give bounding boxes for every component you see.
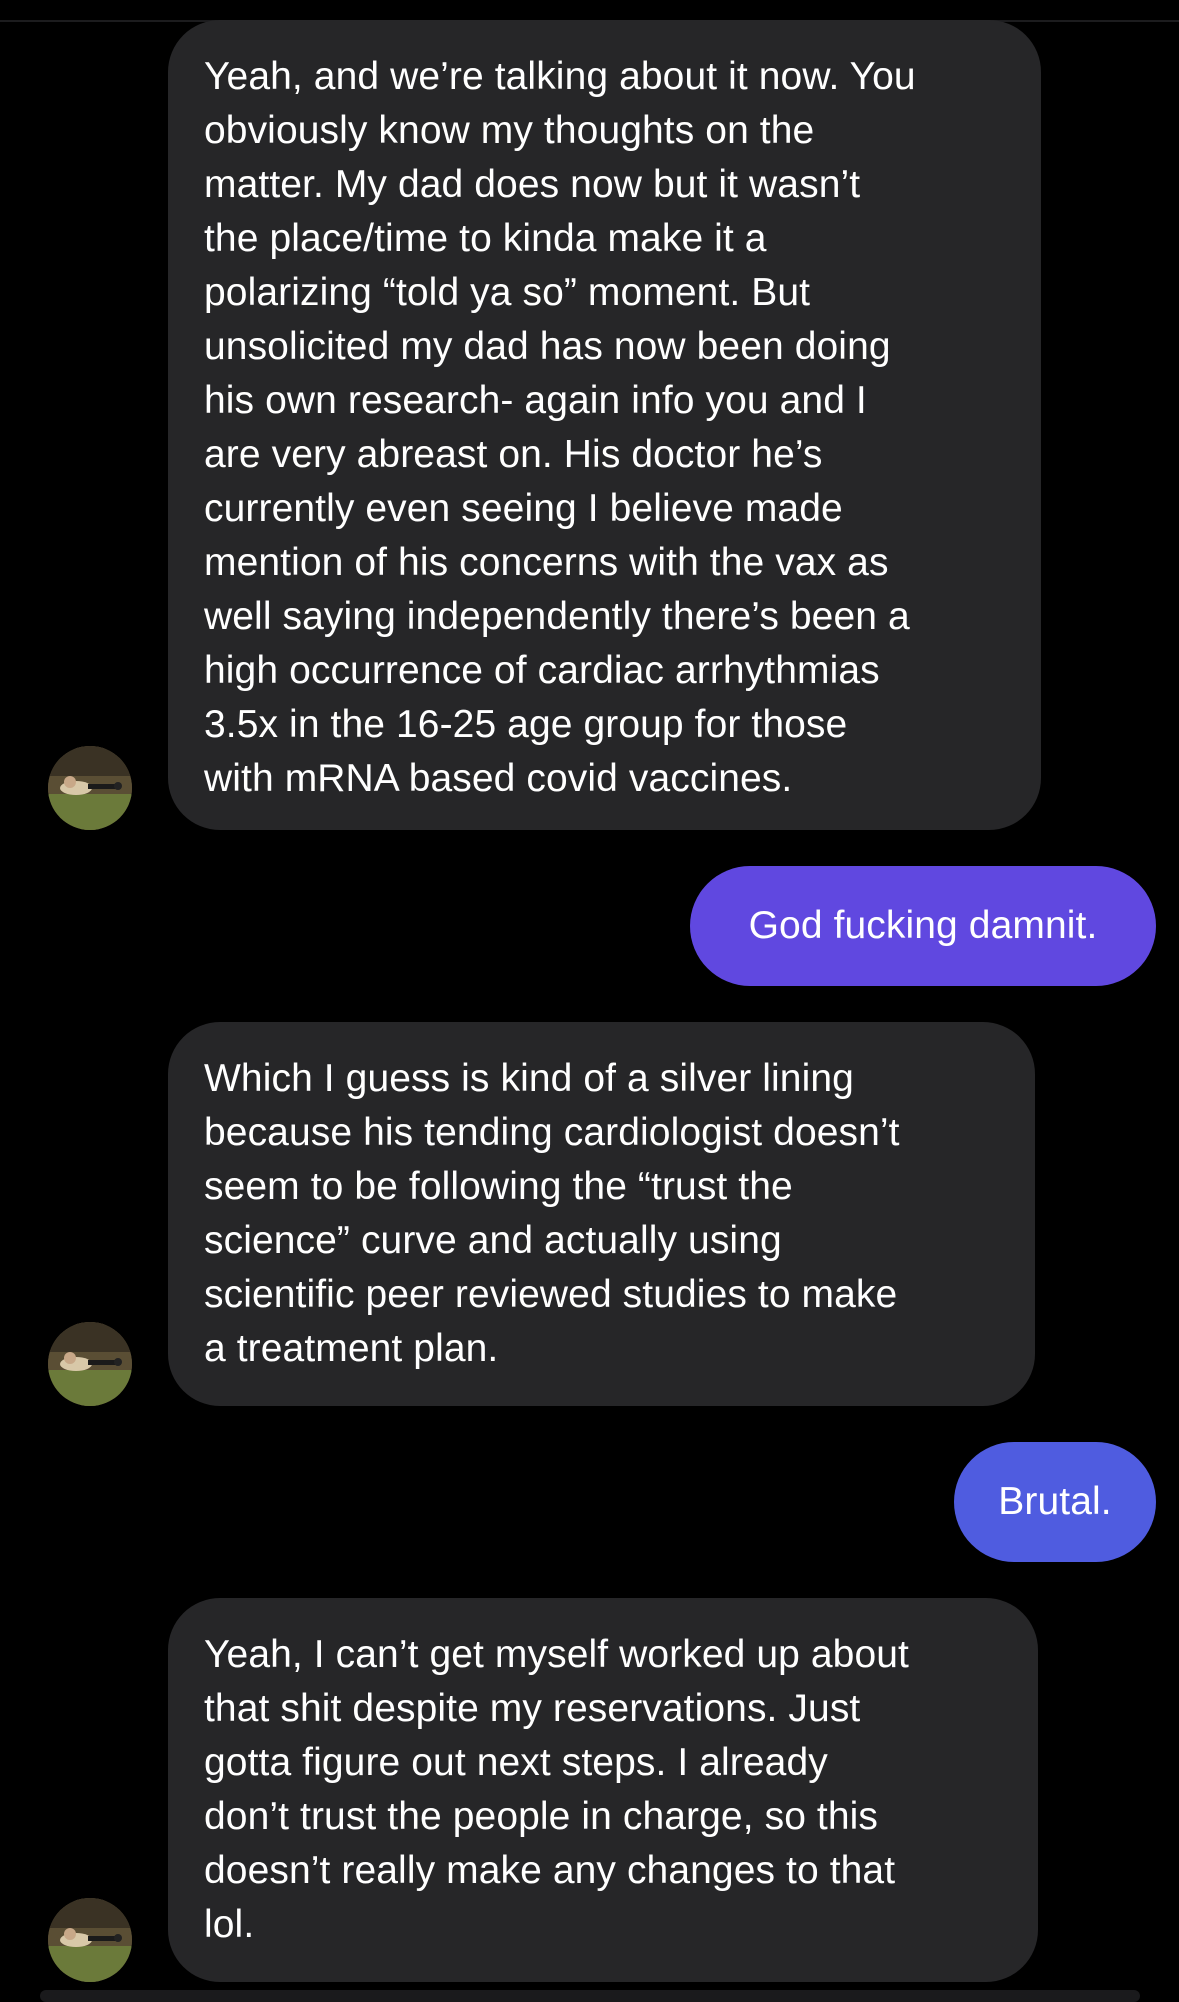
message-bubble-incoming[interactable]: Which I guess is kind of a silver lining… <box>168 1022 1035 1406</box>
next-message-edge <box>40 1990 1140 2002</box>
sender-avatar-icon[interactable] <box>48 746 132 830</box>
message-bubble-incoming[interactable]: Yeah, I can’t get myself worked up about… <box>168 1598 1038 1982</box>
message-bubble-outgoing[interactable]: God fucking damnit. <box>690 866 1156 986</box>
message-bubble-incoming[interactable]: Yeah, and we’re talking about it now. Yo… <box>168 20 1041 830</box>
message-bubble-outgoing[interactable]: Brutal. <box>954 1442 1156 1562</box>
sender-avatar-icon[interactable] <box>48 1898 132 1982</box>
sender-avatar-icon[interactable] <box>48 1322 132 1406</box>
